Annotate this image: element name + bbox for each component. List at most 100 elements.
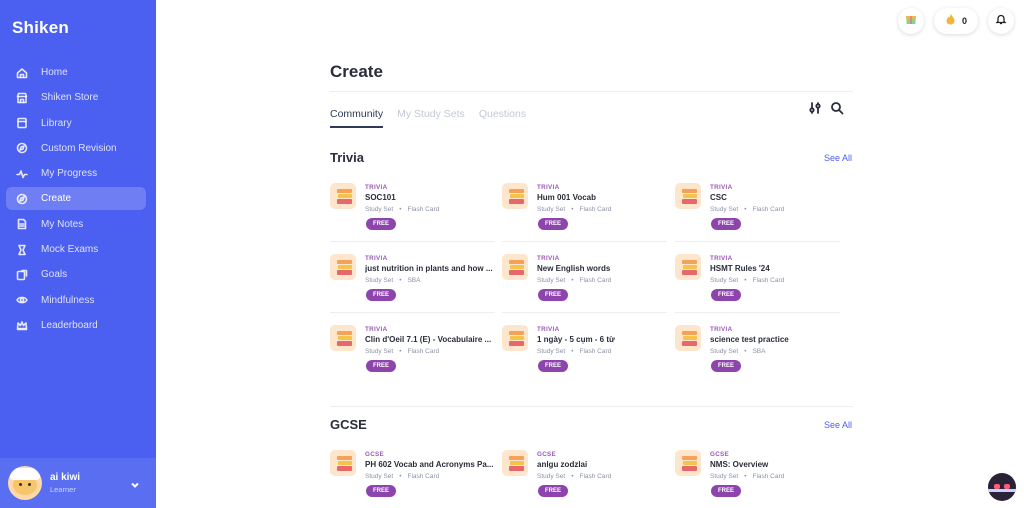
study-set-thumbnail-icon xyxy=(675,325,701,351)
sidebar-item-label: Home xyxy=(41,67,68,78)
sidebar-item-my-notes[interactable]: My Notes xyxy=(6,213,146,236)
card-title[interactable]: science test practice xyxy=(710,335,840,344)
card-title[interactable]: New English words xyxy=(537,264,667,273)
card-kind: Flash Card xyxy=(407,348,440,355)
sidebar-item-library[interactable]: Library xyxy=(6,112,146,135)
card-divider xyxy=(675,312,840,313)
card-title[interactable]: PH 602 Vocab and Acronyms Pa... xyxy=(365,460,495,469)
study-set-card[interactable]: TRIVIA Clin d'Oeil 7.1 (E) - Vocabulaire … xyxy=(330,325,495,381)
see-all-trivia-link[interactable]: See All xyxy=(824,153,852,163)
notifications-button[interactable] xyxy=(988,8,1014,34)
store-icon xyxy=(16,92,28,104)
sidebar-item-home[interactable]: Home xyxy=(6,61,146,84)
card-meta: Study Set • Flash Card xyxy=(537,473,612,480)
chat-assistant-button[interactable] xyxy=(988,473,1016,501)
card-title[interactable]: 1 ngày - 5 cụm - 6 từ xyxy=(537,335,667,344)
sidebar-item-label: Library xyxy=(41,117,72,129)
study-set-card[interactable]: GCSE anlgu zodzlai Study Set • Flash Card FRE… xyxy=(502,450,667,506)
study-set-thumbnail-icon xyxy=(502,450,528,476)
card-title[interactable]: SOC101 xyxy=(365,193,495,202)
study-set-card[interactable]: TRIVIA science test practice Study Set • SBA… xyxy=(675,325,840,381)
study-set-card[interactable]: TRIVIA Hum 001 Vocab Study Set • Flash Card F… xyxy=(502,183,667,242)
gift-button[interactable] xyxy=(898,8,924,34)
study-set-card[interactable]: TRIVIA 1 ngày - 5 cụm - 6 từ Study Set • Fla… xyxy=(502,325,667,381)
chevron-down-icon[interactable] xyxy=(130,477,140,488)
study-set-card[interactable]: GCSE NMS: Overview Study Set • Flash Card FRE… xyxy=(675,450,840,506)
card-title[interactable]: HSMT Rules '24 xyxy=(710,264,840,273)
compass-icon xyxy=(16,142,28,154)
free-badge: FREE xyxy=(366,289,396,301)
card-kind: Flash Card xyxy=(407,206,440,213)
study-set-thumbnail-icon xyxy=(330,254,356,280)
sidebar-item-mock-exams[interactable]: Mock Exams xyxy=(6,238,146,261)
card-kind: Flash Card xyxy=(752,473,785,480)
card-meta: Study Set • Flash Card xyxy=(365,473,440,480)
free-badge: FREE xyxy=(711,485,741,497)
card-type: Study Set xyxy=(365,277,394,284)
free-badge: FREE xyxy=(538,485,568,497)
study-set-thumbnail-icon xyxy=(502,254,528,280)
study-set-thumbnail-icon xyxy=(330,183,356,209)
card-type: Study Set xyxy=(365,473,394,480)
sidebar-item-create[interactable]: Create xyxy=(6,187,146,211)
app-logo[interactable]: Shiken xyxy=(12,18,69,38)
study-set-card[interactable]: TRIVIA just nutrition in plants and how .… xyxy=(330,254,495,313)
card-kind: SBA xyxy=(407,277,421,284)
card-meta: Study Set • Flash Card xyxy=(365,348,440,355)
sidebar-item-label: Goals xyxy=(41,269,68,281)
study-set-card[interactable]: TRIVIA New English words Study Set • Flash C… xyxy=(502,254,667,313)
card-title[interactable]: Hum 001 Vocab xyxy=(537,193,667,202)
card-title[interactable]: anlgu zodzlai xyxy=(537,460,667,469)
eye-icon xyxy=(16,294,28,306)
streak-button[interactable]: 0 xyxy=(934,8,978,34)
card-title[interactable]: Clin d'Oeil 7.1 (E) - Vocabulaire ... xyxy=(365,335,495,344)
tab-community[interactable]: Community xyxy=(330,108,384,128)
card-type: Study Set xyxy=(710,277,739,284)
tab-bar: Community My Study Sets Questions xyxy=(330,108,540,128)
card-type: Study Set xyxy=(365,348,394,355)
sidebar-item-label: Leaderboard xyxy=(41,319,98,331)
user-role: Learner xyxy=(50,485,76,494)
section-title-trivia: Trivia xyxy=(330,150,364,165)
see-all-gcse-link[interactable]: See All xyxy=(824,420,852,430)
free-badge: FREE xyxy=(538,289,568,301)
sidebar-item-custom-revision[interactable]: Custom Revision xyxy=(6,137,146,160)
home-icon xyxy=(16,67,28,79)
bell-icon xyxy=(995,12,1007,30)
sidebar-nav: Home Shiken Store Library Custom Revision My… xyxy=(6,61,146,339)
study-set-card[interactable]: TRIVIA CSC Study Set • Flash Card FREE xyxy=(675,183,840,242)
avatar xyxy=(8,466,42,500)
card-meta: Study Set • SBA xyxy=(365,277,421,284)
sidebar-item-goals[interactable]: Goals xyxy=(6,263,146,286)
sidebar-item-leaderboard[interactable]: Leaderboard xyxy=(6,314,146,337)
card-meta: Study Set • Flash Card xyxy=(710,277,785,284)
crown-icon xyxy=(16,319,28,331)
card-title[interactable]: CSC xyxy=(710,193,840,202)
study-set-card[interactable]: TRIVIA SOC101 Study Set • Flash Card FREE xyxy=(330,183,495,242)
sidebar-item-mindfulness[interactable]: Mindfulness xyxy=(6,289,146,312)
card-divider xyxy=(330,241,495,242)
card-title[interactable]: NMS: Overview xyxy=(710,460,840,469)
user-panel[interactable]: ai kiwi Learner xyxy=(0,458,156,508)
card-meta: Study Set • Flash Card xyxy=(537,277,612,284)
tab-my-study-sets[interactable]: My Study Sets xyxy=(397,108,465,128)
card-type: Study Set xyxy=(537,277,566,284)
card-title[interactable]: just nutrition in plants and how ... xyxy=(365,264,495,273)
study-set-card[interactable]: TRIVIA HSMT Rules '24 Study Set • Flash Card… xyxy=(675,254,840,313)
filter-icon[interactable] xyxy=(808,101,822,115)
sidebar-item-shiken-store[interactable]: Shiken Store xyxy=(6,86,146,109)
study-set-thumbnail-icon xyxy=(330,325,356,351)
sidebar-item-label: Create xyxy=(41,193,72,205)
study-set-card[interactable]: GCSE PH 602 Vocab and Acronyms Pa... Study… xyxy=(330,450,495,506)
card-category: GCSE xyxy=(537,451,557,458)
search-icon[interactable] xyxy=(830,101,844,115)
sidebar-item-my-progress[interactable]: My Progress xyxy=(6,162,146,185)
card-type: Study Set xyxy=(710,473,739,480)
sidebar-item-label: My Notes xyxy=(41,218,84,230)
section-title-gcse: GCSE xyxy=(330,417,367,432)
page-title: Create xyxy=(330,62,383,81)
tab-questions[interactable]: Questions xyxy=(479,108,526,128)
card-divider xyxy=(502,241,667,242)
card-type: Study Set xyxy=(537,473,566,480)
card-category: TRIVIA xyxy=(365,184,388,191)
